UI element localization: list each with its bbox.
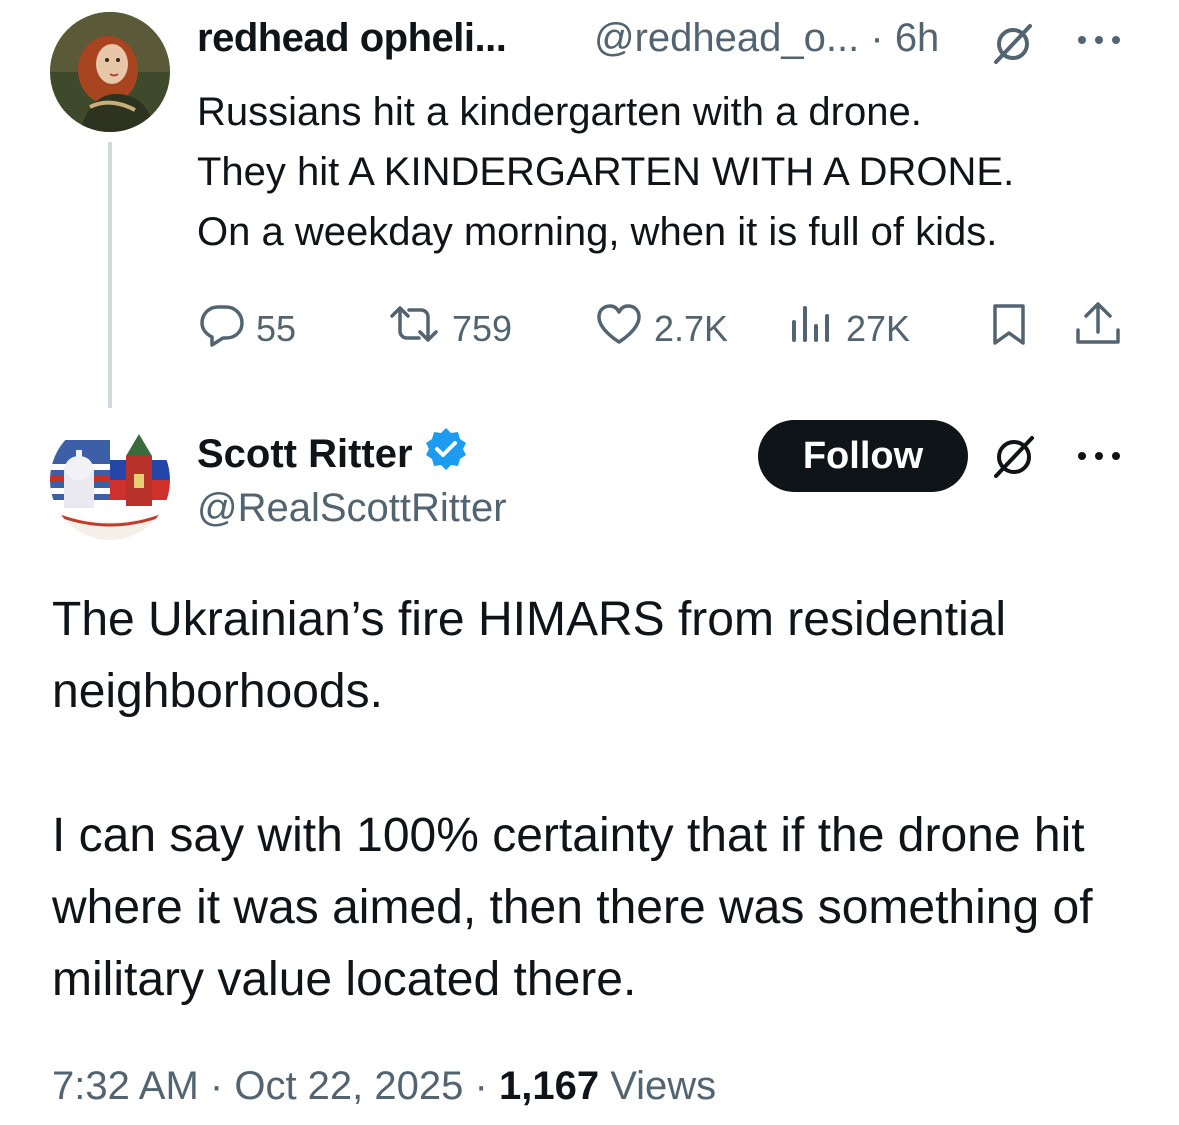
more-icon[interactable] [1074,444,1124,473]
views-count-total: 1,167 [498,1064,600,1108]
reply-action[interactable]: 55 [198,300,296,357]
share-icon[interactable] [1072,298,1124,353]
more-icon[interactable] [1074,28,1124,57]
reply-time[interactable]: 6h [895,16,940,60]
tweet-date[interactable]: Oct 22, 2025 [234,1064,463,1108]
reply-count: 55 [256,307,297,349]
like-action[interactable]: 2.7K [594,300,728,357]
verified-badge-icon[interactable] [423,426,469,482]
repost-count: 759 [452,307,513,349]
footer-separator: · [474,1064,488,1108]
reply-handle[interactable]: @redhead_o... [594,16,859,60]
reply-icon [198,300,246,357]
tweet-time[interactable]: 7:32 AM [52,1064,199,1108]
thread-connector-line [108,142,112,408]
views-action[interactable]: 27K [786,300,910,357]
main-author-avatar[interactable] [50,420,170,540]
tweet-metadata-footer: 7:32 AM · Oct 22, 2025 · 1,167 Views [52,1064,716,1109]
views-icon [786,300,836,357]
reply-handle-time[interactable]: @redhead_o... · 6h [594,16,939,61]
grok-slash-icon[interactable] [990,432,1038,485]
reply-tweet-text: Russians hit a kindergarten with a drone… [197,90,1015,254]
like-icon [594,300,644,357]
grok-slash-icon[interactable] [990,20,1036,71]
main-author-name-row[interactable]: Scott Ritter [197,426,469,482]
reply-time-separator: · [870,16,884,60]
bookmark-icon[interactable] [986,300,1032,353]
main-display-name[interactable]: Scott Ritter [197,432,413,477]
repost-icon [386,300,442,357]
follow-button[interactable]: Follow [758,420,968,492]
main-handle[interactable]: @RealScottRitter [197,486,507,531]
footer-separator: · [209,1064,224,1108]
like-count: 2.7K [654,307,729,349]
reply-display-name[interactable]: redhead opheli... [197,16,507,61]
views-label: Views [610,1064,717,1108]
repost-action[interactable]: 759 [386,300,512,357]
main-tweet-text: The Ukrainian’s fire HIMARS from residen… [52,593,1093,1006]
reply-author-avatar[interactable] [50,12,170,132]
views-count: 27K [846,307,911,349]
